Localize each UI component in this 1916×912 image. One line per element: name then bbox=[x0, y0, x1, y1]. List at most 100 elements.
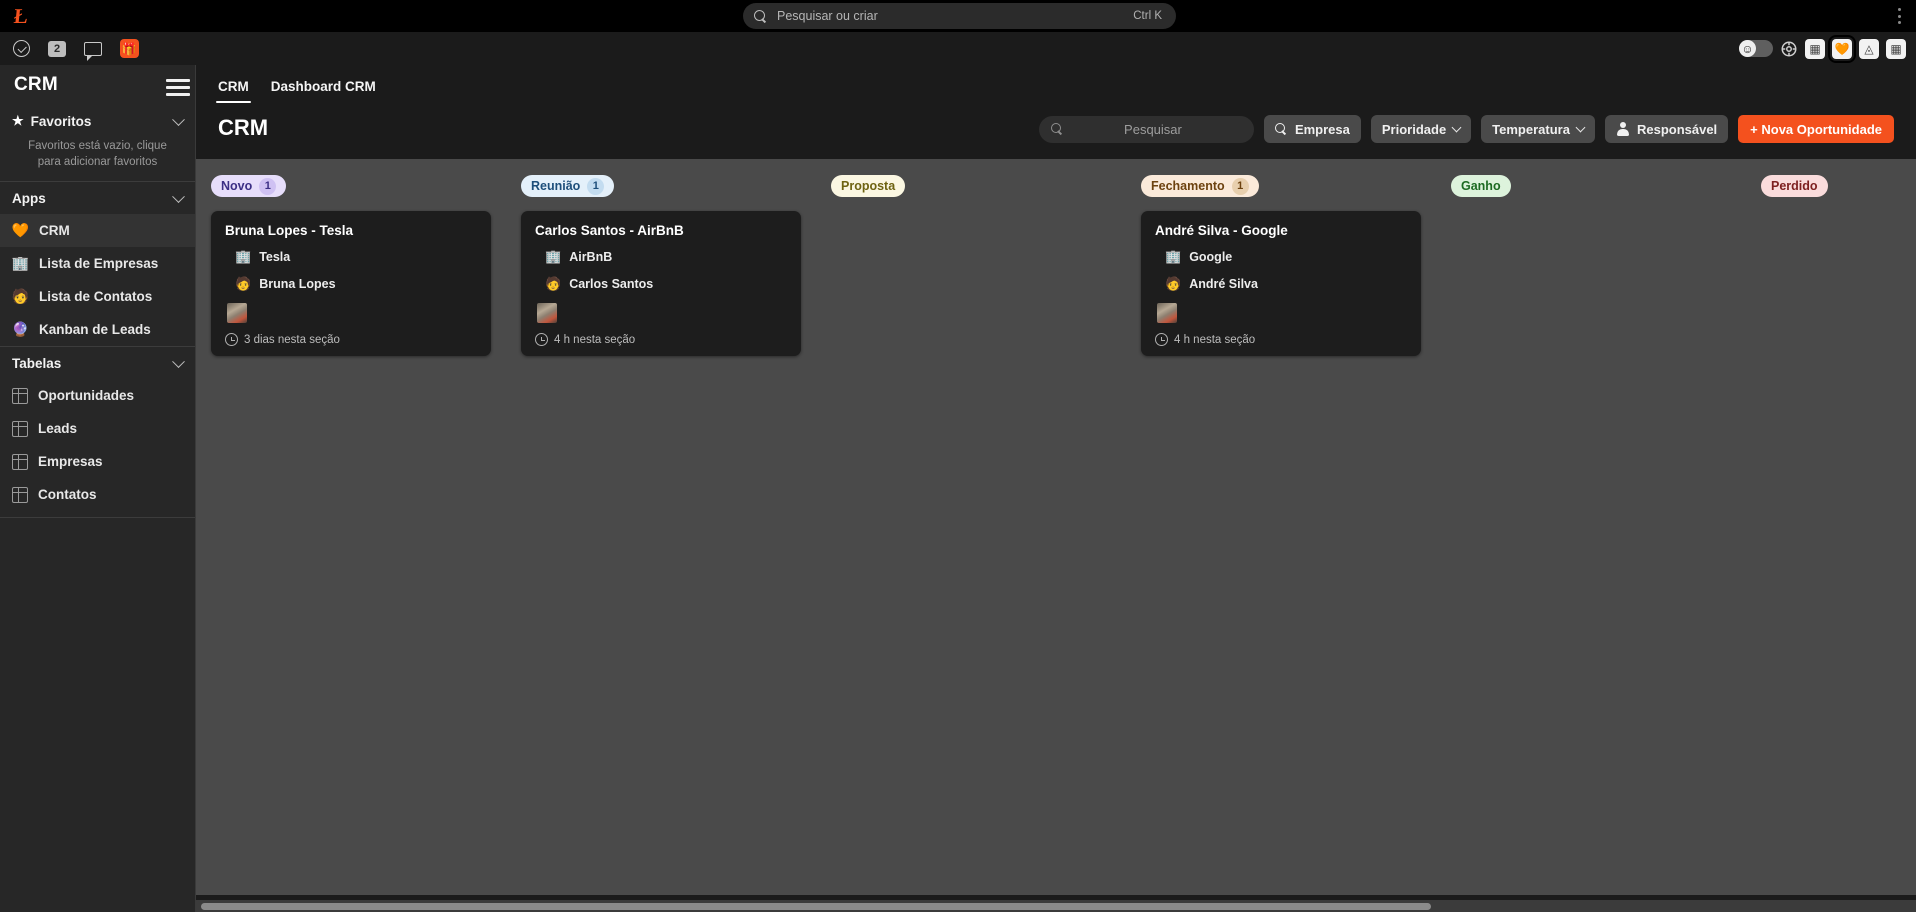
card-contact-row: 🧑 Bruna Lopes bbox=[235, 276, 477, 292]
new-opportunity-button[interactable]: + Nova Oportunidade bbox=[1738, 115, 1894, 143]
building-icon: 🏢 bbox=[11, 255, 30, 272]
chevron-down-icon[interactable] bbox=[172, 113, 185, 127]
sidebar-item-kanban-de-leads[interactable]: 🔮 Kanban de Leads bbox=[0, 313, 195, 346]
main-content: CRM Dashboard CRM CRM Pesquisar Empresa … bbox=[166, 65, 1916, 912]
app-strip-left-icons: 2 🎁 bbox=[10, 32, 140, 65]
stage-label: Novo bbox=[221, 179, 253, 193]
extension-icon[interactable]: 🎁 bbox=[118, 38, 140, 60]
sidebar-item-lista-de-contatos[interactable]: 🧑 Lista de Contatos bbox=[0, 280, 195, 313]
crystal-ball-icon: 🔮 bbox=[11, 321, 30, 338]
stage-badge[interactable]: Proposta bbox=[831, 175, 906, 197]
grid-icon-2[interactable]: ▦ bbox=[1886, 38, 1906, 59]
card-time-in-stage: 4 h nesta seção bbox=[554, 333, 636, 346]
column-header: Perdido bbox=[1761, 175, 1916, 197]
chevron-down-icon[interactable] bbox=[172, 190, 185, 204]
scrollbar-thumb[interactable] bbox=[201, 903, 1431, 910]
card-footer: 3 dias nesta seção bbox=[225, 333, 477, 346]
menu-icon[interactable] bbox=[166, 79, 190, 96]
table-icon bbox=[12, 486, 28, 503]
lark-logo-icon: Ł bbox=[12, 4, 30, 28]
chat-icon[interactable] bbox=[82, 38, 104, 61]
person-icon: 🧑 bbox=[545, 276, 562, 291]
stage-badge[interactable]: Reunião 1 bbox=[521, 175, 615, 197]
sidebar-item-label: Kanban de Leads bbox=[39, 322, 151, 338]
attachment-thumbnail-icon[interactable] bbox=[537, 303, 557, 323]
puzzle-icon[interactable] bbox=[1780, 40, 1798, 58]
opportunity-card[interactable]: Bruna Lopes - Tesla 🏢 Tesla 🧑 Bruna Lopes 3 d… bbox=[211, 211, 491, 356]
column-header: Proposta bbox=[831, 175, 1111, 197]
emoji-toggle[interactable] bbox=[1739, 40, 1773, 57]
opportunity-card[interactable]: André Silva - Google 🏢 Google 🧑 André Silva 4… bbox=[1141, 211, 1421, 356]
stage-count: 1 bbox=[259, 177, 277, 195]
card-contact-label: Carlos Santos bbox=[569, 277, 654, 291]
tab-crm[interactable]: CRM bbox=[216, 75, 251, 103]
card-title: Bruna Lopes - Tesla bbox=[225, 223, 354, 238]
notification-badge[interactable]: 2 bbox=[46, 38, 68, 60]
stage-count: 1 bbox=[587, 177, 605, 195]
chevron-down-icon bbox=[1451, 122, 1462, 132]
kanban-column: Fechamento 1 André Silva - Google 🏢 Google 🧑 A… bbox=[1126, 175, 1436, 895]
grid-icon-1[interactable]: ▦ bbox=[1805, 38, 1825, 59]
sidebar-item-label: Lista de Contatos bbox=[39, 289, 153, 305]
apps-label: Apps bbox=[12, 190, 46, 206]
sidebar-item-crm[interactable]: 🧡 CRM bbox=[0, 214, 195, 248]
sidebar-item-label: Contatos bbox=[38, 487, 97, 503]
horizontal-scrollbar[interactable] bbox=[196, 900, 1916, 912]
sidebar-item-empresas[interactable]: Empresas bbox=[0, 445, 195, 478]
filter-responsavel-button[interactable]: Responsável bbox=[1604, 115, 1729, 143]
column-header: Ganho bbox=[1451, 175, 1731, 197]
heart-icon: 🧡 bbox=[11, 222, 30, 239]
stage-label: Proposta bbox=[841, 179, 896, 193]
card-contact-label: André Silva bbox=[1189, 277, 1258, 291]
app-strip-right-icons: ▦ 🧡 ◬ ▦ bbox=[1739, 32, 1906, 65]
shapes-icon[interactable]: ◬ bbox=[1859, 38, 1879, 59]
person-icon: 🧑 bbox=[1165, 276, 1182, 291]
divider bbox=[0, 517, 195, 519]
filter-empresa-label: Empresa bbox=[1294, 121, 1350, 137]
board-toolbar: Pesquisar Empresa Prioridade Temperatura… bbox=[1038, 115, 1894, 143]
sidebar-item-contatos[interactable]: Contatos bbox=[0, 478, 195, 511]
stage-label: Ganho bbox=[1461, 179, 1501, 193]
card-footer: 4 h nesta seção bbox=[1155, 333, 1407, 346]
search-input[interactable]: Pesquisar bbox=[1038, 115, 1254, 143]
filter-empresa-button[interactable]: Empresa bbox=[1263, 115, 1361, 143]
heart-app-icon[interactable]: 🧡 bbox=[1828, 34, 1856, 63]
stage-badge[interactable]: Perdido bbox=[1761, 175, 1828, 197]
stage-badge[interactable]: Novo 1 bbox=[211, 175, 287, 197]
stage-badge[interactable]: Ganho bbox=[1451, 175, 1511, 197]
more-options-icon[interactable] bbox=[1890, 6, 1908, 26]
attachment-thumbnail-icon[interactable] bbox=[1157, 303, 1177, 323]
card-company-row: 🏢 Tesla bbox=[235, 249, 477, 265]
stage-badge[interactable]: Fechamento 1 bbox=[1141, 175, 1259, 197]
filter-temperatura-button[interactable]: Temperatura bbox=[1481, 115, 1595, 143]
star-icon: ★ bbox=[12, 113, 24, 128]
card-company-label: Google bbox=[1189, 250, 1233, 264]
chevron-down-icon[interactable] bbox=[172, 355, 185, 369]
omnibox-shortcut: Ctrl K bbox=[1133, 10, 1162, 22]
sidebar-item-leads[interactable]: Leads bbox=[0, 412, 195, 445]
sidebar-item-label: Oportunidades bbox=[38, 388, 135, 404]
opportunity-card[interactable]: Carlos Santos - AirBnB 🏢 AirBnB 🧑 Carlos San… bbox=[521, 211, 801, 356]
building-icon: 🏢 bbox=[235, 249, 252, 264]
tab-bar: CRM Dashboard CRM bbox=[216, 75, 378, 103]
sidebar-item-lista-de-empresas[interactable]: 🏢 Lista de Empresas bbox=[0, 247, 195, 280]
card-contact-row: 🧑 André Silva bbox=[1165, 276, 1407, 292]
sidebar-section-apps[interactable]: Apps bbox=[0, 182, 195, 214]
attachment-thumbnail-icon[interactable] bbox=[227, 303, 247, 323]
tabelas-label: Tabelas bbox=[12, 355, 62, 371]
filter-prioridade-label: Prioridade bbox=[1381, 121, 1447, 137]
card-contact-row: 🧑 Carlos Santos bbox=[545, 276, 787, 292]
check-circle-icon[interactable] bbox=[10, 38, 32, 60]
sidebar-item-oportunidades[interactable]: Oportunidades bbox=[0, 379, 195, 412]
sidebar-section-favoritos[interactable]: ★ Favoritos bbox=[0, 105, 195, 137]
card-company-label: Tesla bbox=[259, 250, 291, 264]
stage-label: Perdido bbox=[1771, 179, 1818, 193]
card-time-in-stage: 4 h nesta seção bbox=[1174, 333, 1256, 346]
search-icon bbox=[1050, 122, 1064, 136]
filter-prioridade-button[interactable]: Prioridade bbox=[1370, 115, 1472, 143]
card-company-label: AirBnB bbox=[569, 250, 613, 264]
sidebar-section-tabelas[interactable]: Tabelas bbox=[0, 347, 195, 379]
omnibox-search[interactable]: Pesquisar ou criar Ctrl K bbox=[743, 3, 1176, 29]
stage-count: 1 bbox=[1231, 177, 1249, 195]
tab-dashboard-crm[interactable]: Dashboard CRM bbox=[269, 75, 378, 103]
